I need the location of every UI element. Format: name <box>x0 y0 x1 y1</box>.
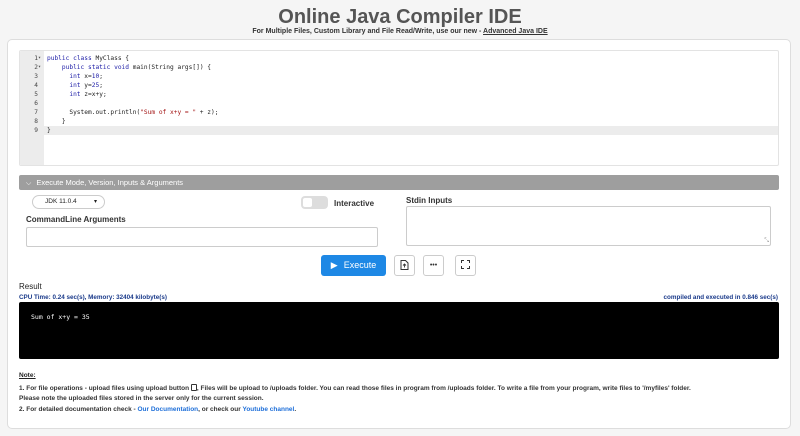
code-text: } <box>47 118 66 125</box>
play-icon: ▶ <box>330 260 338 270</box>
line-number: 6 <box>34 100 38 107</box>
documentation-link[interactable]: Our Documentation <box>137 406 198 413</box>
editor-line[interactable]: 5 int z=x+y; <box>20 90 778 99</box>
resize-grip-icon[interactable]: ⤡ <box>764 238 769 245</box>
cmd-args-input[interactable] <box>26 227 378 247</box>
editor-line[interactable]: 8 } <box>20 117 778 126</box>
cmd-args-label: CommandLine Arguments <box>26 215 126 224</box>
interactive-toggle[interactable] <box>301 196 328 209</box>
interactive-label: Interactive <box>334 199 375 208</box>
editor-line[interactable]: 6 <box>20 99 778 108</box>
fold-arrow-icon[interactable]: ▾ <box>38 54 44 63</box>
subtitle-text: For Multiple Files, Custom Library and F… <box>252 28 484 35</box>
note-title: Note: <box>19 372 36 379</box>
youtube-link[interactable]: Youtube channel <box>242 406 294 413</box>
fullscreen-icon <box>461 260 470 269</box>
upload-file-button[interactable] <box>394 255 415 276</box>
code-text: } <box>47 127 51 134</box>
compile-time: compiled and executed in 0.846 sec(s) <box>663 294 778 301</box>
cpu-stats: CPU Time: 0.24 sec(s), Memory: 32404 kil… <box>19 294 167 301</box>
line-number: 3 <box>34 73 38 80</box>
stdin-label: Stdin Inputs <box>406 196 453 205</box>
note-line-3: 2. For detailed documentation check - Ou… <box>19 406 296 413</box>
editor-line[interactable]: 7 System.out.println("Sum of x+y = " + z… <box>20 108 778 117</box>
compiler-card: 1 ▾ public class MyClass {2 ▾ public static… <box>7 39 791 429</box>
execute-button[interactable]: ▶ Execute <box>321 255 386 276</box>
advanced-ide-link[interactable]: Advanced Java IDE <box>483 28 548 35</box>
code-text: public static void main(String args[]) { <box>61 64 212 71</box>
result-label: Result <box>19 282 42 291</box>
code-text: int x=10; <box>69 73 103 80</box>
upload-inline-icon <box>190 384 197 391</box>
note-3-text-b: , or check our <box>198 406 243 413</box>
code-text: int y=25; <box>69 82 103 89</box>
execute-options-label: Execute Mode, Version, Inputs & Argument… <box>36 178 184 187</box>
page-title: Online Java Compiler IDE <box>278 6 522 28</box>
line-number: 8 <box>34 118 38 125</box>
line-number: 4 <box>34 82 38 89</box>
page-subtitle: For Multiple Files, Custom Library and F… <box>0 28 800 35</box>
jdk-version-select[interactable]: JDK 11.0.4 ▾ <box>32 195 105 209</box>
line-number: 1 <box>34 55 38 62</box>
code-text: int z=x+y; <box>69 91 107 98</box>
editor-line[interactable]: 1 ▾ public class MyClass { <box>20 54 778 63</box>
upload-icon <box>400 260 409 270</box>
note-3-text-a: 2. For detailed documentation check - <box>19 406 138 413</box>
execute-options-header[interactable]: ⌵ Execute Mode, Version, Inputs & Argumen… <box>19 175 779 190</box>
editor-line[interactable]: 2 ▾ public static void main(String args[]… <box>20 63 778 72</box>
note-1-text-a: 1. For file operations - upload files us… <box>19 385 191 392</box>
code-text: public class MyClass { <box>47 55 129 62</box>
fold-arrow-icon[interactable]: ▾ <box>38 63 44 72</box>
output-console: Sum of x+y = 35 <box>19 302 779 359</box>
code-text: System.out.println("Sum of x+y = " + z); <box>69 109 219 116</box>
line-number: 2 <box>34 64 38 71</box>
editor-line[interactable]: 9} <box>20 126 778 135</box>
chevron-down-icon: ⌵ <box>26 180 32 187</box>
fullscreen-button[interactable] <box>455 255 476 276</box>
note-line-1: 1. For file operations - upload files us… <box>19 384 691 392</box>
more-icon: ••• <box>429 262 438 269</box>
code-editor[interactable]: 1 ▾ public class MyClass {2 ▾ public static… <box>19 50 779 166</box>
output-text: Sum of x+y = 35 <box>31 313 90 321</box>
editor-line[interactable]: 3 int x=10; <box>20 72 778 81</box>
line-number: 7 <box>34 109 38 116</box>
note-3-text-c: . <box>294 406 297 413</box>
toggle-knob <box>303 198 312 207</box>
line-number: 9 <box>34 127 38 134</box>
jdk-version-value: JDK 11.0.4 <box>45 198 77 205</box>
stdin-textarea[interactable]: ⤡ <box>406 206 771 246</box>
note-line-2: Please note the uploaded files stored in… <box>19 395 264 402</box>
note-1-text-b: , Files will be upload to /uploads folde… <box>196 385 691 392</box>
line-number: 5 <box>34 91 38 98</box>
editor-line[interactable]: 4 int y=25; <box>20 81 778 90</box>
select-caret-icon: ▾ <box>93 199 97 205</box>
more-options-button[interactable]: ••• <box>423 255 444 276</box>
execute-label: Execute <box>343 260 377 270</box>
